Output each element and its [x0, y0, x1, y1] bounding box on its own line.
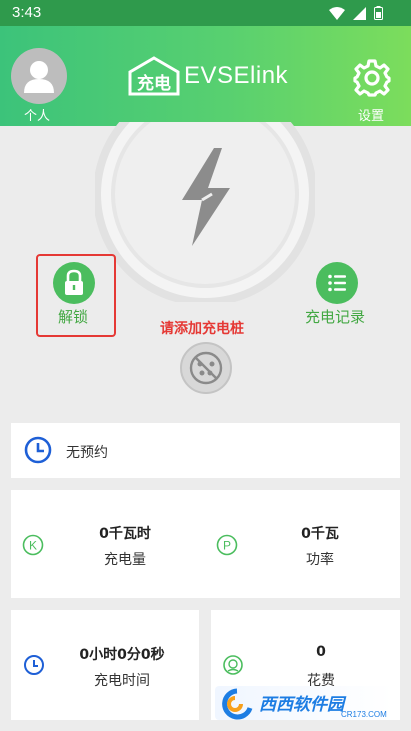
- watermark-text: 西西软件园: [259, 695, 347, 715]
- settings-label[interactable]: 设置: [358, 105, 384, 124]
- logo-mark-text: 充电: [137, 73, 171, 94]
- plug-icon: [189, 351, 223, 385]
- records-label[interactable]: 充电记录: [305, 306, 365, 327]
- power-label: 功率: [306, 552, 334, 568]
- logo-text: EVSElink: [184, 62, 289, 89]
- k-icon: K: [22, 534, 44, 556]
- energy-label: 充电量: [104, 552, 146, 568]
- records-button[interactable]: [316, 262, 358, 304]
- lock-icon: [65, 269, 83, 295]
- list-icon: [328, 274, 346, 292]
- logo-mark: 充电: [128, 56, 180, 96]
- stats-card-energy-power: K 0千瓦时 充电量 P 0千瓦 功率: [11, 490, 400, 598]
- duration-label: 充电时间: [94, 673, 150, 689]
- energy-value: 0千瓦时: [99, 526, 151, 542]
- profile-label[interactable]: 个人: [24, 105, 50, 124]
- add-charger-prompt[interactable]: 请添加充电桩: [160, 318, 244, 338]
- status-bar: 3:43: [0, 0, 411, 26]
- reservation-text: 无预约: [66, 445, 108, 461]
- app-header: 个人 充电 EVSElink 设置: [0, 26, 411, 126]
- reservation-card[interactable]: 无预约: [11, 423, 400, 478]
- status-icons: [329, 6, 383, 20]
- battery-icon: [374, 6, 383, 20]
- unlock-label[interactable]: 解锁: [58, 306, 88, 327]
- svg-text:K: K: [29, 539, 37, 553]
- power-value: 0千瓦: [301, 526, 339, 542]
- gear-icon[interactable]: [352, 58, 392, 98]
- add-charger-button[interactable]: [180, 342, 232, 394]
- svg-text:P: P: [223, 539, 231, 553]
- watermark-sub: CR173.COM: [341, 710, 387, 719]
- signal-icon: [353, 6, 366, 20]
- coin-icon: [223, 655, 243, 675]
- stats-card-duration: 0小时0分0秒 充电时间: [11, 610, 199, 720]
- profile-avatar[interactable]: [11, 48, 67, 104]
- watermark-logo: 西西软件园 CR173.COM: [222, 688, 387, 720]
- wifi-icon: [329, 6, 345, 20]
- duration-clock-icon: [24, 655, 44, 675]
- unlock-button[interactable]: [53, 262, 95, 304]
- avatar-icon: [24, 61, 54, 93]
- cost-value: 0: [316, 644, 326, 660]
- clock-icon: [24, 436, 52, 464]
- app-logo: 充电 EVSElink: [128, 56, 288, 96]
- site-watermark: 西西软件园 CR173.COM: [215, 686, 393, 720]
- p-icon: P: [216, 534, 238, 556]
- duration-value: 0小时0分0秒: [79, 647, 165, 663]
- bolt-icon: [182, 148, 230, 246]
- status-time: 3:43: [12, 4, 42, 21]
